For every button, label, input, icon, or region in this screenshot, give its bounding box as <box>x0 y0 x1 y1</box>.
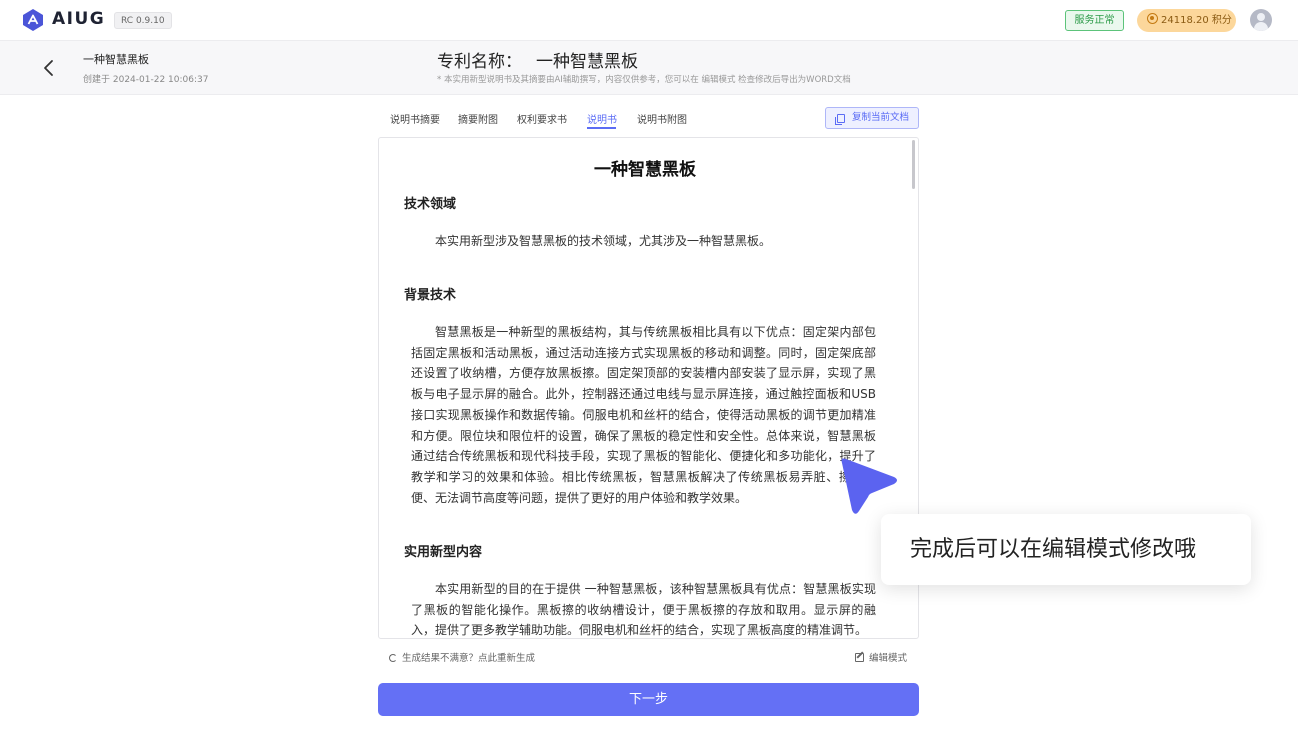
regenerate-link[interactable]: 生成结果不满意？点此重新生成 <box>389 650 535 664</box>
edit-mode-label: 编辑模式 <box>869 653 908 664</box>
active-tab-indicator <box>587 127 616 129</box>
patent-title: 专利名称： 一种智慧黑板 <box>437 47 638 72</box>
version-badge: RC 0.9.10 <box>114 12 172 29</box>
section-heading: 背景技术 <box>404 288 457 303</box>
ai-disclaimer-note: * 本实用新型说明书及其摘要由AI辅助撰写，内容仅供参考，您可以在 编辑模式 检… <box>437 75 851 85</box>
top-bar: AIUG RC 0.9.10 服务正常 24118.20 积分 <box>0 0 1298 41</box>
document-scrollbar[interactable] <box>912 140 915 189</box>
section-paragraph: 本实用新型的目的在于提供 一种智慧黑板，该种智慧黑板具有优点：智慧黑板实现了黑板… <box>411 582 876 638</box>
points-badge[interactable]: 24118.20 积分 <box>1137 9 1236 32</box>
document-name: 一种智慧黑板 <box>83 53 149 66</box>
copy-document-button[interactable]: 复制当前文档 <box>825 107 919 129</box>
brand-name: AIUG <box>52 9 106 29</box>
created-timestamp: 创建于 2024-01-22 10:06:37 <box>83 75 209 85</box>
regenerate-label: 生成结果不满意？点此重新生成 <box>402 653 536 664</box>
copy-button-label: 复制当前文档 <box>852 112 910 123</box>
cursor-pointer-icon <box>841 458 897 514</box>
tab-claims[interactable]: 权利要求书 <box>517 111 567 126</box>
avatar-head <box>1257 13 1265 21</box>
avatar-body <box>1254 22 1268 31</box>
logo-icon <box>23 9 43 31</box>
service-status-badge: 服务正常 <box>1065 10 1124 31</box>
copy-icon <box>835 114 845 125</box>
section-paragraph: 智慧黑板是一种新型的黑板结构，其与传统黑板相比具有以下优点：固定架内部包括固定黑… <box>411 325 876 505</box>
guide-tooltip: 完成后可以在编辑模式修改哦 <box>881 514 1251 585</box>
edit-icon <box>855 653 864 662</box>
edit-mode-button[interactable]: 编辑模式 <box>855 650 907 664</box>
document-header: 一种智慧黑板 创建于 2024-01-22 10:06:37 专利名称： 一种智慧… <box>0 41 1298 95</box>
section-heading: 技术领域 <box>404 197 457 212</box>
section-heading: 实用新型内容 <box>404 545 483 560</box>
tab-specification-figures[interactable]: 说明书附图 <box>637 111 687 126</box>
patent-title-label: 专利名称： <box>437 52 522 72</box>
document-title: 一种智慧黑板 <box>594 160 696 180</box>
coin-icon <box>1147 13 1158 24</box>
refresh-icon <box>389 654 397 662</box>
back-arrow-icon[interactable] <box>38 56 60 80</box>
tab-specification[interactable]: 说明书 <box>587 111 617 126</box>
tab-abstract-figure[interactable]: 摘要附图 <box>458 111 498 126</box>
section-paragraph: 本实用新型涉及智慧黑板的技术领域，尤其涉及一种智慧黑板。 <box>435 234 772 248</box>
patent-title-value: 一种智慧黑板 <box>536 52 638 72</box>
next-step-button[interactable]: 下一步 <box>378 683 919 716</box>
points-value: 24118.20 积分 <box>1161 15 1232 26</box>
avatar[interactable] <box>1250 9 1272 31</box>
tab-abstract[interactable]: 说明书摘要 <box>390 111 440 126</box>
